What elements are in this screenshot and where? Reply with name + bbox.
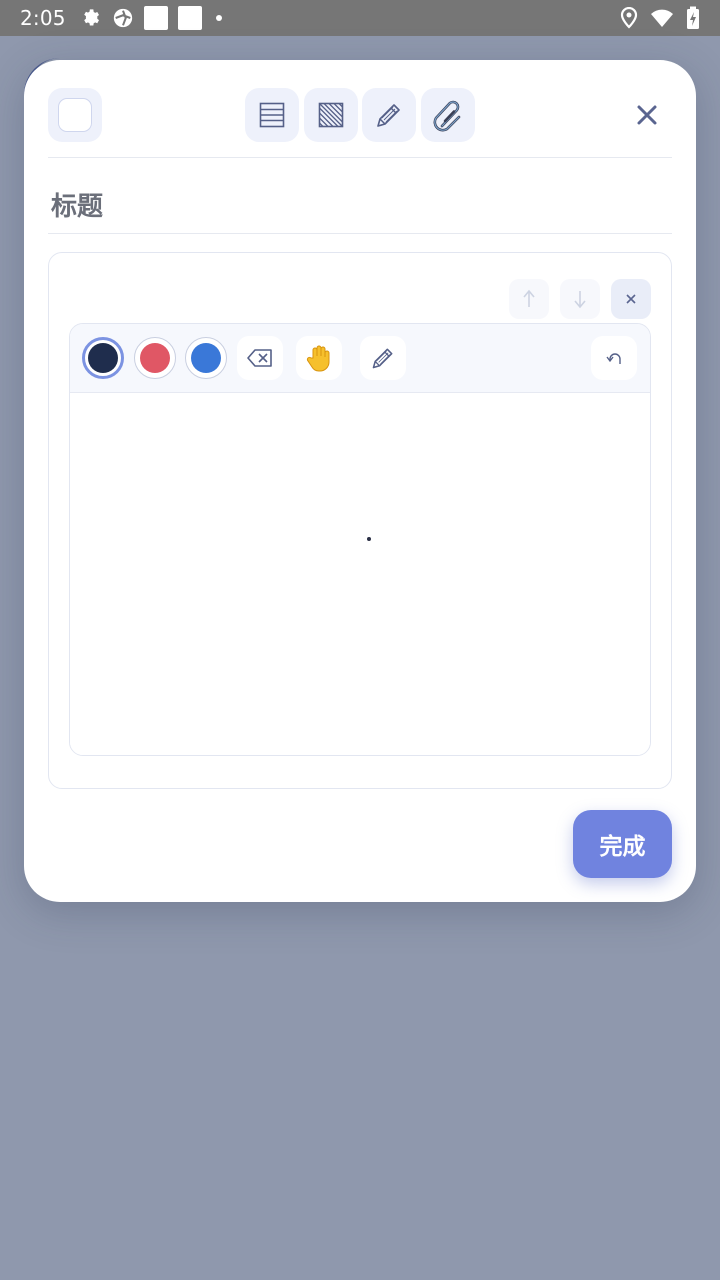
down-arrow-icon <box>574 291 586 309</box>
color-fill <box>140 343 170 373</box>
undo-icon <box>606 353 621 364</box>
pen-tool-button[interactable] <box>360 336 406 380</box>
color-fill <box>191 343 221 373</box>
status-time: 2:05 <box>20 6 66 30</box>
drawing-toolbar <box>70 324 650 393</box>
location-icon <box>620 7 638 29</box>
notification-square-icon <box>143 6 168 30</box>
close-dialog-button[interactable] <box>626 94 668 136</box>
pencil-icon <box>377 104 400 127</box>
move-up-button[interactable] <box>509 279 549 319</box>
drawing-canvas-container <box>69 323 651 756</box>
status-bar: 2:05 <box>0 0 720 36</box>
pen-color-blue[interactable] <box>185 337 227 379</box>
pen-color-dark[interactable] <box>82 337 124 379</box>
hand-tool-button[interactable] <box>296 336 342 380</box>
editor-toolbar <box>48 88 672 144</box>
title-input[interactable]: 标题 <box>51 186 103 223</box>
hatch-icon <box>318 102 344 128</box>
battery-charging-icon <box>687 6 699 29</box>
done-button[interactable]: 完成 <box>573 810 672 878</box>
drawing-canvas[interactable] <box>70 393 650 755</box>
hand-icon <box>306 345 330 372</box>
close-icon <box>637 105 657 125</box>
dot-icon <box>215 15 222 21</box>
note-color-swatch <box>58 98 92 132</box>
toolbar-divider <box>48 157 672 158</box>
lines-block-button[interactable] <box>245 88 299 142</box>
move-down-button[interactable] <box>560 279 600 319</box>
undo-button[interactable] <box>591 336 637 380</box>
attachment-button[interactable] <box>421 88 475 142</box>
paperclip-icon <box>433 100 461 132</box>
drawing-block <box>48 252 672 789</box>
wifi-icon <box>651 9 673 27</box>
status-right-icons <box>620 6 700 30</box>
close-icon <box>626 294 636 304</box>
status-left-icons <box>80 6 222 30</box>
up-arrow-icon <box>523 289 535 307</box>
hatch-block-button[interactable] <box>304 88 358 142</box>
gear-icon <box>83 9 99 26</box>
eraser-icon <box>247 349 272 367</box>
pen-icon <box>372 348 393 369</box>
note-editor-dialog: 标题 完成 <box>24 60 696 902</box>
ink-dot <box>367 537 371 541</box>
title-divider <box>48 233 672 234</box>
pen-color-red[interactable] <box>134 337 176 379</box>
color-fill <box>88 343 118 373</box>
note-color-button[interactable] <box>48 88 102 142</box>
notification-square-icon <box>177 6 202 30</box>
remove-block-button[interactable] <box>611 279 651 319</box>
lines-icon <box>259 102 285 128</box>
eraser-tool-button[interactable] <box>237 336 283 380</box>
drawing-block-button[interactable] <box>362 88 416 142</box>
aperture-icon <box>113 8 132 28</box>
